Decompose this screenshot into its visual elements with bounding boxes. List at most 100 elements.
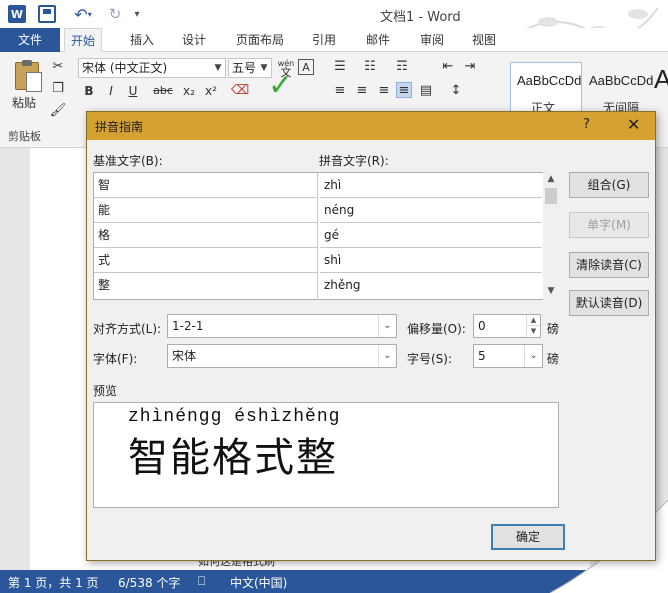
- chevron-down-icon[interactable]: ⌄: [378, 315, 396, 337]
- alignment-select[interactable]: 1-2-1 ⌄: [167, 314, 397, 338]
- base-text-field[interactable]: 式: [94, 248, 318, 273]
- font-select[interactable]: 宋体 ⌄: [167, 344, 397, 368]
- alignment-label: 对齐方式(L):: [93, 322, 162, 336]
- tab-mailings[interactable]: 邮件: [360, 28, 396, 52]
- base-text-label: 基准文字(B):: [93, 154, 163, 168]
- pinyin-field[interactable]: zhì: [320, 173, 542, 198]
- font-name-combo[interactable]: 宋体 (中文正文) ▼: [78, 58, 226, 78]
- preview-label: 预览: [93, 384, 118, 398]
- cut-icon[interactable]: ✂: [50, 58, 66, 74]
- size-select[interactable]: 5 ⌄: [473, 344, 543, 368]
- group-button[interactable]: 组合(G): [569, 172, 649, 198]
- tab-insert[interactable]: 插入: [124, 28, 160, 52]
- font-size-value: 五号: [232, 61, 257, 75]
- size-unit: 磅: [547, 352, 560, 366]
- chevron-down-icon[interactable]: ▼: [211, 59, 225, 77]
- base-text-field[interactable]: 整: [94, 273, 318, 298]
- status-page-count[interactable]: 第 1 页，共 1 页: [8, 574, 99, 591]
- subscript-button[interactable]: x₂: [180, 82, 198, 100]
- font-size-combo[interactable]: 五号 ▼: [228, 58, 272, 78]
- character-border-button[interactable]: A: [298, 59, 314, 75]
- check-mark-icon: ✓: [268, 68, 294, 103]
- help-icon[interactable]: ?: [583, 117, 590, 132]
- alignment-value: 1-2-1: [172, 319, 204, 333]
- undo-icon[interactable]: ↶ ▾: [68, 5, 98, 24]
- line-spacing-icon[interactable]: ↕: [448, 82, 464, 98]
- tab-layout[interactable]: 页面布局: [230, 28, 290, 52]
- chevron-down-icon[interactable]: ⌄: [378, 345, 396, 367]
- scroll-down-icon[interactable]: ▼: [545, 286, 557, 296]
- offset-label: 偏移量(O):: [407, 322, 466, 336]
- pinyin-field[interactable]: zhěng: [320, 273, 542, 298]
- align-center-icon[interactable]: ≡: [354, 82, 370, 98]
- phonetic-grid: 智 zhì 能 néng 格 gé 式 shì 整 zhěng: [93, 172, 545, 300]
- status-word-count[interactable]: 6/538 个字: [118, 574, 180, 591]
- pinyin-field[interactable]: shì: [320, 248, 542, 273]
- grid-scrollbar[interactable]: ▲ ▼: [543, 172, 559, 300]
- pinyin-field[interactable]: néng: [320, 198, 542, 223]
- ok-button[interactable]: 确定: [491, 524, 565, 550]
- numbering-icon[interactable]: ☷: [362, 58, 378, 74]
- paste-button-label[interactable]: 粘贴: [12, 94, 36, 111]
- window-title: 文档1 - Word: [380, 10, 461, 25]
- paste-icon[interactable]: [10, 60, 44, 92]
- preview-box: zhìnéngg éshìzhěng 智能格式整: [93, 402, 559, 508]
- word-app-icon: W: [8, 5, 26, 23]
- close-icon[interactable]: ✕: [627, 115, 640, 134]
- offset-unit: 磅: [547, 322, 560, 336]
- style-preview: AaBbCcDd: [517, 73, 582, 88]
- macro-record-icon[interactable]: ⎕: [198, 574, 205, 589]
- offset-value: 0: [478, 319, 486, 333]
- font-value: 宋体: [172, 349, 197, 363]
- dialog-title-bar[interactable]: 拼音指南 ? ✕: [87, 112, 655, 140]
- superscript-button[interactable]: x²: [202, 82, 220, 100]
- copy-icon[interactable]: ❐: [50, 80, 66, 96]
- style-preview: AaBbCcDd: [589, 73, 654, 88]
- justify-icon[interactable]: ≡: [396, 82, 412, 98]
- base-text-field[interactable]: 格: [94, 223, 318, 248]
- stepper-down-icon[interactable]: ▼: [526, 326, 540, 337]
- status-language[interactable]: 中文(中国): [230, 574, 287, 591]
- italic-button[interactable]: I: [102, 82, 120, 100]
- decrease-indent-icon[interactable]: ⇤: [440, 58, 456, 74]
- base-text-field[interactable]: 能: [94, 198, 318, 223]
- stepper-up-icon[interactable]: ▲: [526, 315, 540, 326]
- underline-button[interactable]: U: [124, 82, 142, 100]
- size-value: 5: [478, 349, 486, 363]
- bullets-icon[interactable]: ☰: [332, 58, 348, 74]
- scroll-thumb[interactable]: [545, 188, 557, 204]
- size-label: 字号(S):: [407, 352, 453, 366]
- tab-design[interactable]: 设计: [176, 28, 212, 52]
- base-text-field[interactable]: 智: [94, 173, 318, 198]
- scroll-up-icon[interactable]: ▲: [545, 174, 557, 184]
- tab-home[interactable]: 开始: [64, 28, 103, 53]
- distributed-icon[interactable]: ▤: [418, 82, 434, 98]
- align-right-icon[interactable]: ≡: [376, 82, 392, 98]
- customize-qat-icon[interactable]: ▾: [130, 5, 144, 23]
- tab-view[interactable]: 视图: [466, 28, 502, 52]
- bold-button[interactable]: B: [80, 82, 98, 100]
- title-bar: W ↶ ▾ ↻ ▾ 文档1 - Word: [0, 0, 668, 41]
- tab-review[interactable]: 审阅: [414, 28, 450, 52]
- default-reading-button[interactable]: 默认读音(D): [569, 290, 649, 316]
- pinyin-field[interactable]: gé: [320, 223, 542, 248]
- redo-icon[interactable]: ↻: [105, 5, 125, 23]
- dialog-title: 拼音指南: [95, 120, 144, 134]
- tab-file[interactable]: 文件: [0, 28, 60, 52]
- multilevel-list-icon[interactable]: ☶: [394, 58, 410, 74]
- font-name-value: 宋体 (中文正文): [82, 61, 168, 75]
- strikethrough-button[interactable]: abc: [150, 82, 176, 100]
- single-char-button[interactable]: 单字(M): [569, 212, 649, 238]
- offset-stepper[interactable]: 0 ▲ ▼: [473, 314, 541, 338]
- chevron-down-icon[interactable]: ⌄: [524, 345, 542, 367]
- preview-hanzi: 智能格式整: [128, 435, 338, 481]
- format-painter-icon[interactable]: 🖌: [50, 102, 67, 118]
- phonetic-guide-dialog: 拼音指南 ? ✕ 基准文字(B): 拼音文字(R): 智 zhì 能 néng …: [86, 111, 656, 561]
- align-left-icon[interactable]: ≡: [332, 82, 348, 98]
- increase-indent-icon[interactable]: ⇥: [462, 58, 478, 74]
- clear-formatting-icon[interactable]: ⌫: [231, 82, 249, 98]
- clear-reading-button[interactable]: 清除读音(C): [569, 252, 649, 278]
- tab-references[interactable]: 引用: [306, 28, 342, 52]
- save-icon[interactable]: [38, 5, 56, 23]
- heading-style-preview[interactable]: A: [654, 64, 668, 95]
